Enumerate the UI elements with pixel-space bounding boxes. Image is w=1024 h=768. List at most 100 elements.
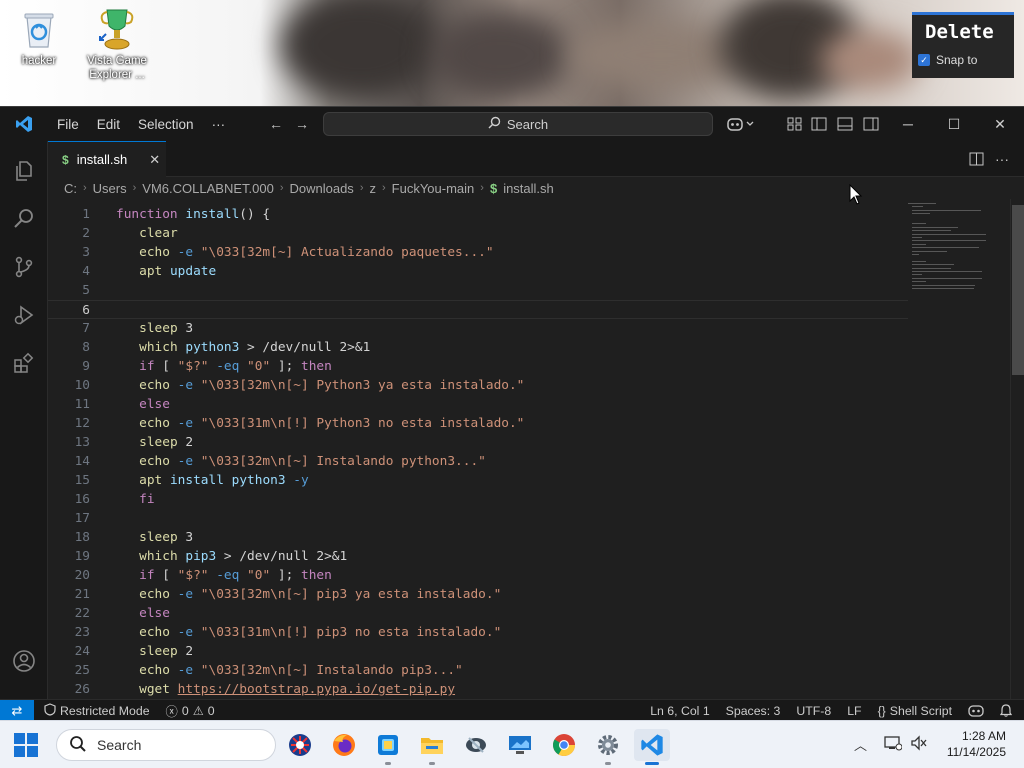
close-button[interactable]: ✕ [977,107,1023,141]
restricted-mode-status[interactable]: Restricted Mode [34,702,158,719]
system-clock[interactable]: 1:28 AM 11/14/2025 [947,728,1006,760]
vscode-icon[interactable] [634,729,670,765]
command-center-search[interactable]: Search [323,112,713,136]
code-line[interactable]: 21 echo -e "\033[32m\n[~] pip3 ya esta i… [48,585,908,604]
minimap[interactable] [908,199,1010,703]
breadcrumb-item[interactable]: C: [64,181,77,196]
code-line[interactable]: 8 which python3 > /dev/null 2>&1 [48,338,908,357]
code-line[interactable]: 25 echo -e "\033[32m\n[~] Instalando pip… [48,661,908,680]
code-line[interactable]: 1 function install() { [48,205,908,224]
vscode-logo-icon [0,115,48,133]
copilot-status-icon[interactable] [960,704,992,717]
desktop-icon-vista-game-explorer[interactable]: Vista Game Explorer ... [82,6,152,82]
indentation-status[interactable]: Spaces: 3 [718,704,789,718]
forward-arrow-icon[interactable]: → [292,115,312,133]
code-line[interactable]: 4 apt update [48,262,908,281]
code-line[interactable]: 16 fi [48,490,908,509]
more-actions-icon[interactable]: ··· [992,150,1012,168]
toggle-secondary-sidebar-icon[interactable] [861,115,881,133]
menu-file[interactable]: File [48,117,88,132]
problems-status[interactable]: ⓧ 0 ⚠ 0 [158,702,223,720]
wifi-tool-icon[interactable] [458,729,494,761]
toggle-panel-icon[interactable] [835,115,855,133]
split-editor-icon[interactable] [966,150,986,168]
toggle-primary-sidebar-icon[interactable] [809,115,829,133]
minimap-line [912,206,923,208]
settings-icon[interactable] [590,729,626,765]
search-sidebar-icon[interactable] [0,195,48,243]
snap-to-checkbox[interactable]: ✓ Snap to [912,43,1014,67]
editor-scrollbar[interactable] [1010,199,1024,703]
run-debug-icon[interactable] [0,291,48,339]
breadcrumb-item[interactable]: VM6.COLLABNET.000 [142,181,274,196]
breadcrumb-item[interactable]: Users [93,181,127,196]
minimap-line [912,267,951,269]
menu-selection[interactable]: Selection [129,117,203,132]
code-editor[interactable]: 1 function install() {2 clear 3 echo -e "\… [48,199,908,703]
code-line[interactable]: 19 which pip3 > /dev/null 2>&1 [48,547,908,566]
code-line[interactable]: 20 if [ "$?" -eq "0" ]; then [48,566,908,585]
code-line[interactable]: 6 [48,300,908,319]
desktop-icon-recycle-bin[interactable]: hacker [4,6,74,68]
menu-more[interactable]: ··· [203,117,235,132]
code-line[interactable]: 26 wget https://bootstrap.pypa.io/get-pi… [48,680,908,699]
code-line[interactable]: 7 sleep 3 [48,319,908,338]
eol-status[interactable]: LF [839,704,869,718]
code-line[interactable]: 18 sleep 3 [48,528,908,547]
volume-muted-icon[interactable] [910,735,928,754]
code-line[interactable]: 2 clear [48,224,908,243]
line-text: sleep 3 [139,530,194,545]
minimap-line [912,281,926,283]
chrome-icon[interactable] [546,729,582,761]
remote-desktop-icon[interactable] [502,729,538,761]
copilot-icon[interactable] [726,115,756,133]
back-arrow-icon[interactable]: ← [266,115,286,133]
breadcrumb-item[interactable]: FuckYou-main [392,181,475,196]
code-line[interactable]: 23 echo -e "\033[31m\n[!] pip3 no esta i… [48,623,908,642]
taskbar-search[interactable]: Search [56,729,276,761]
menu-edit[interactable]: Edit [88,117,129,132]
network-icon[interactable] [884,735,903,754]
breadcrumb-item[interactable]: z [369,181,376,196]
line-number: 4 [82,264,90,279]
running-indicator [605,762,611,765]
language-mode-status[interactable]: {} Shell Script [870,704,960,718]
cursor-position[interactable]: Ln 6, Col 1 [642,704,717,718]
code-line[interactable]: 9 if [ "$?" -eq "0" ]; then [48,357,908,376]
code-line[interactable]: 3 echo -e "\033[32m[~] Actualizando paqu… [48,243,908,262]
breadcrumb-item[interactable]: Downloads [289,181,353,196]
code-line[interactable]: 14 echo -e "\033[32m\n[~] Instalando pyt… [48,452,908,471]
code-line[interactable]: 22 else [48,604,908,623]
firefox-icon[interactable] [326,729,362,761]
clock-time: 1:28 AM [961,729,1006,743]
tab-close-icon[interactable]: ✕ [149,152,160,168]
windows-start-icon[interactable] [14,733,38,757]
accounts-icon[interactable] [0,637,48,685]
code-line[interactable]: 15 apt install python3 -y [48,471,908,490]
photos-icon[interactable] [370,729,406,765]
notifications-bell-icon[interactable] [992,704,1024,717]
encoding-status[interactable]: UTF-8 [788,704,839,718]
minimize-button[interactable]: ─ [885,107,931,141]
mouse-cursor-icon [849,184,863,205]
code-line[interactable]: 11 else [48,395,908,414]
code-line[interactable]: 17 [48,509,908,528]
file-explorer-icon[interactable] [414,729,450,765]
code-line[interactable]: 5 [48,281,908,300]
customize-layout-icon[interactable] [784,115,804,133]
code-line[interactable]: 10 echo -e "\033[32m\n[~] Python3 ya est… [48,376,908,395]
minimap-line [912,233,986,235]
show-hidden-icons-icon[interactable]: ︿ [854,735,867,754]
tab-install-sh[interactable]: $ install.sh ✕ [48,141,166,177]
extensions-icon[interactable] [0,339,48,387]
explorer-icon[interactable] [0,147,48,195]
code-line[interactable]: 24 sleep 2 [48,642,908,661]
remote-indicator-icon[interactable]: ⇄ [0,699,34,722]
scrollbar-thumb[interactable] [1012,205,1024,375]
code-line[interactable]: 12 echo -e "\033[31m\n[!] Python3 no est… [48,414,908,433]
edge-beta-icon[interactable] [282,729,318,761]
maximize-button[interactable]: ☐ [931,107,977,141]
breadcrumb-item[interactable]: install.sh [503,181,554,196]
source-control-icon[interactable] [0,243,48,291]
code-line[interactable]: 13 sleep 2 [48,433,908,452]
